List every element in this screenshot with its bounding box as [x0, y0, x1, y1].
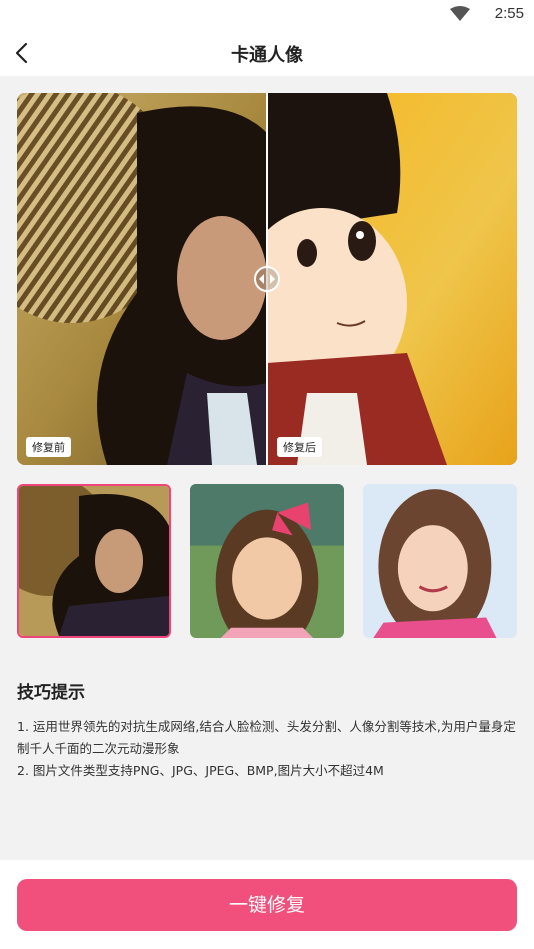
bottom-bar: 一键修复 [0, 860, 534, 949]
wifi-icon [450, 6, 470, 21]
status-time: 2:55 [494, 5, 524, 22]
thumbnail-woman-with-straw-hat[interactable] [17, 484, 171, 638]
before-after-compare[interactable]: 修复前 修复后 [17, 93, 517, 465]
sample-thumbnails [17, 484, 517, 638]
thumbnail-girl-with-pink-bow[interactable] [190, 484, 344, 638]
tips-title: 技巧提示 [17, 683, 85, 703]
compare-slider-icon[interactable] [254, 266, 280, 292]
page-title: 卡通人像 [231, 45, 303, 66]
before-photo [17, 93, 267, 465]
tip-line-2: 2. 图片文件类型支持PNG、JPG、JPEG、BMP,图片大小不超过4M [17, 763, 384, 778]
app-bar: 卡通人像 [0, 30, 534, 76]
one-click-repair-button[interactable]: 一键修复 [17, 879, 517, 931]
after-photo [267, 93, 517, 465]
tip-line-1: 1. 运用世界领先的对抗生成网络,结合人脸检测、头发分割、人像分割等技术,为用户… [17, 719, 516, 756]
tips-body: 1. 运用世界领先的对抗生成网络,结合人脸检测、头发分割、人像分割等技术,为用户… [17, 716, 517, 782]
after-label: 修复后 [277, 437, 322, 457]
thumbnail-smiling-woman[interactable] [363, 484, 517, 638]
before-label: 修复前 [26, 437, 71, 457]
status-bar: 2:55 [0, 0, 534, 30]
